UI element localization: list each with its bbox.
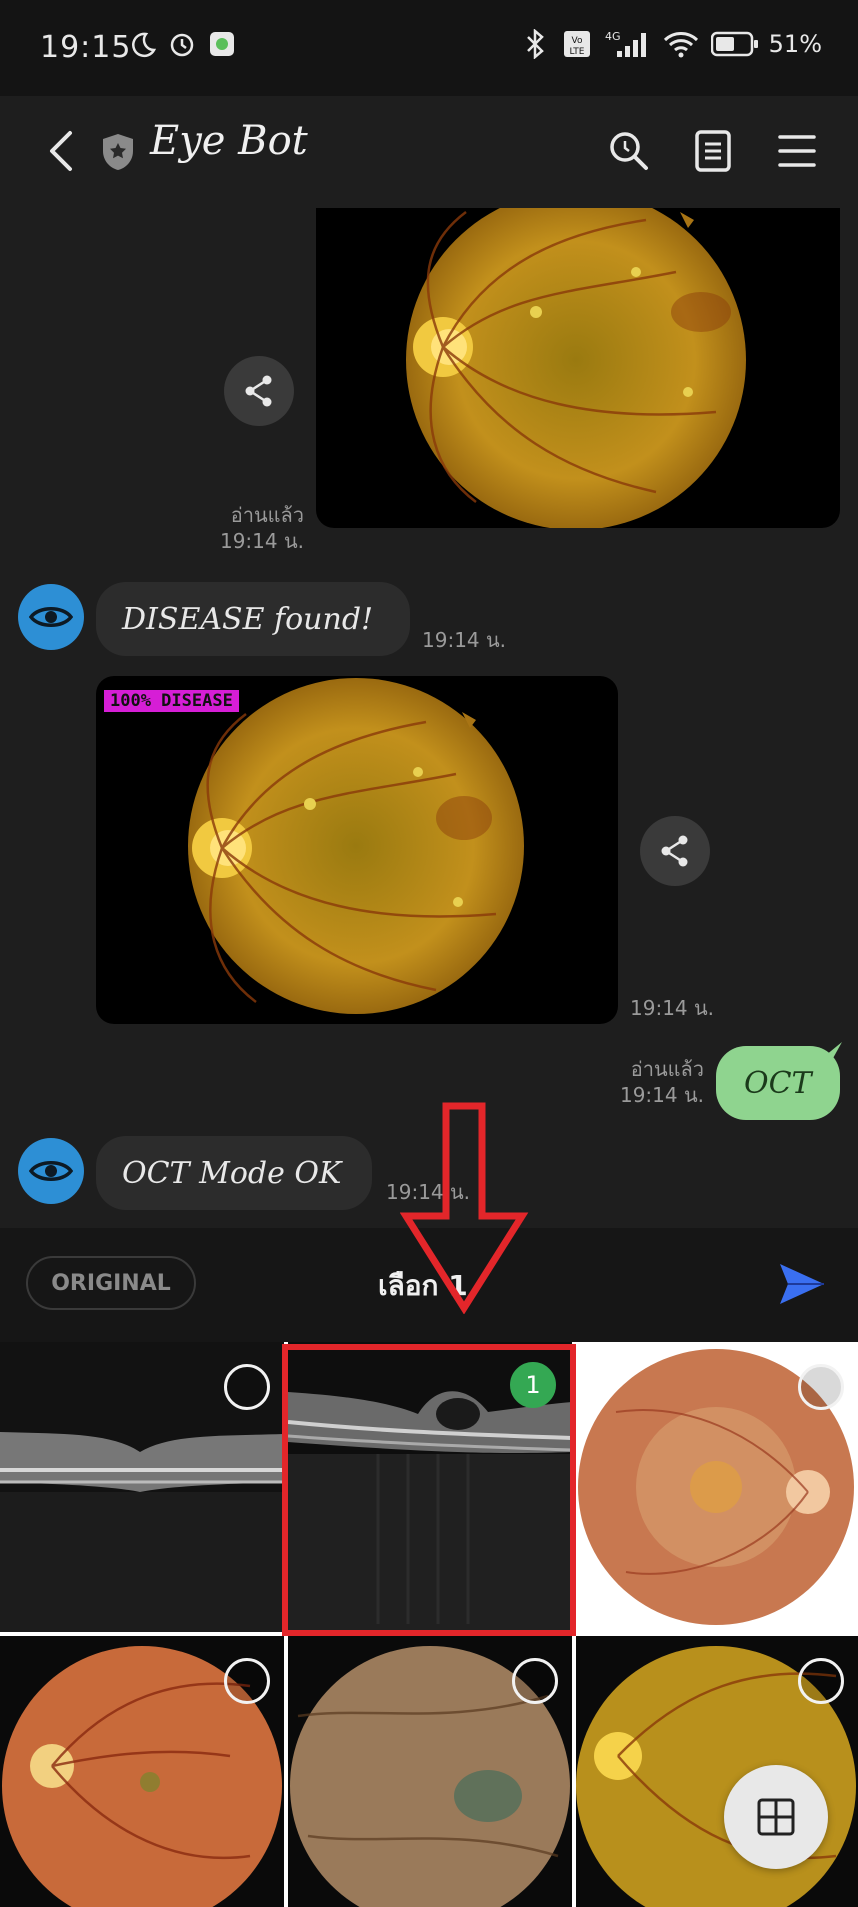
signal-icon: 4G bbox=[603, 28, 651, 60]
chat-title: Eye Bot bbox=[150, 118, 308, 164]
message-time: 19:14 น. bbox=[619, 1083, 704, 1107]
menu-button[interactable] bbox=[762, 116, 832, 186]
search-button[interactable] bbox=[594, 116, 664, 186]
gallery-fab-button[interactable] bbox=[724, 1765, 828, 1869]
select-checkbox[interactable] bbox=[798, 1364, 844, 1410]
status-time: 19:15 bbox=[40, 30, 132, 65]
annotation-arrow bbox=[400, 1102, 529, 1314]
svg-text:Vo: Vo bbox=[571, 36, 582, 46]
share-icon bbox=[245, 375, 272, 407]
select-checkbox[interactable] bbox=[798, 1658, 844, 1704]
chat-area[interactable]: อ่านแล้ว 19:14 น. DISEASE found! 19:14 น… bbox=[0, 208, 858, 1228]
chevron-left-icon bbox=[50, 131, 72, 171]
original-toggle-button[interactable]: ORIGINAL bbox=[26, 1256, 196, 1310]
share-icon bbox=[661, 835, 688, 867]
back-button[interactable] bbox=[40, 116, 80, 186]
send-button[interactable] bbox=[776, 1258, 828, 1310]
share-button[interactable] bbox=[640, 816, 710, 886]
gallery-item[interactable] bbox=[576, 1636, 858, 1907]
alarm-icon bbox=[166, 28, 198, 60]
svg-text:4G: 4G bbox=[605, 30, 621, 43]
message-time: 19:14 น. bbox=[219, 529, 304, 553]
gallery-item[interactable] bbox=[576, 1342, 858, 1632]
search-icon bbox=[610, 132, 648, 170]
sent-fundus-image[interactable] bbox=[316, 208, 840, 528]
grid-icon bbox=[757, 1798, 795, 1836]
shield-icon bbox=[103, 134, 133, 170]
bluetooth-icon bbox=[519, 28, 551, 60]
read-status: อ่านแล้ว bbox=[630, 1057, 704, 1081]
bot-avatar[interactable] bbox=[18, 1138, 84, 1204]
eye-icon bbox=[29, 1161, 73, 1181]
gallery-item[interactable] bbox=[288, 1636, 572, 1907]
chat-header: Eye Bot bbox=[0, 96, 858, 208]
send-icon bbox=[780, 1264, 824, 1304]
annotation-highlight-box bbox=[282, 1344, 576, 1636]
svg-text:LTE: LTE bbox=[569, 47, 584, 57]
battery-icon bbox=[710, 28, 759, 60]
gallery-item[interactable] bbox=[0, 1636, 284, 1907]
bot-message[interactable]: OCT Mode OK bbox=[96, 1136, 372, 1210]
disease-label: 100% DISEASE bbox=[104, 690, 239, 712]
bot-avatar[interactable] bbox=[18, 584, 84, 650]
menu-icon bbox=[778, 135, 816, 167]
read-status: อ่านแล้ว bbox=[230, 503, 304, 527]
bot-message[interactable]: DISEASE found! bbox=[96, 582, 410, 656]
select-checkbox[interactable] bbox=[224, 1364, 270, 1410]
select-checkbox[interactable] bbox=[512, 1658, 558, 1704]
volte-icon: Vo LTE bbox=[561, 28, 593, 60]
message-time: 19:14 น. bbox=[630, 996, 715, 1020]
app-notification-icon bbox=[206, 28, 238, 60]
wifi-icon bbox=[661, 28, 701, 60]
battery-percent: 51% bbox=[768, 30, 822, 58]
notes-button[interactable] bbox=[678, 116, 748, 186]
eye-icon bbox=[29, 607, 73, 627]
notes-icon bbox=[695, 130, 731, 172]
status-bar: 19:15 Vo LTE 4G 51% bbox=[0, 0, 858, 96]
gallery-item[interactable] bbox=[0, 1342, 284, 1632]
moon-icon bbox=[126, 28, 158, 60]
message-time: 19:14 น. bbox=[422, 628, 507, 652]
share-button[interactable] bbox=[224, 356, 294, 426]
result-fundus-image[interactable]: 100% DISEASE bbox=[96, 676, 618, 1024]
select-checkbox[interactable] bbox=[224, 1658, 270, 1704]
